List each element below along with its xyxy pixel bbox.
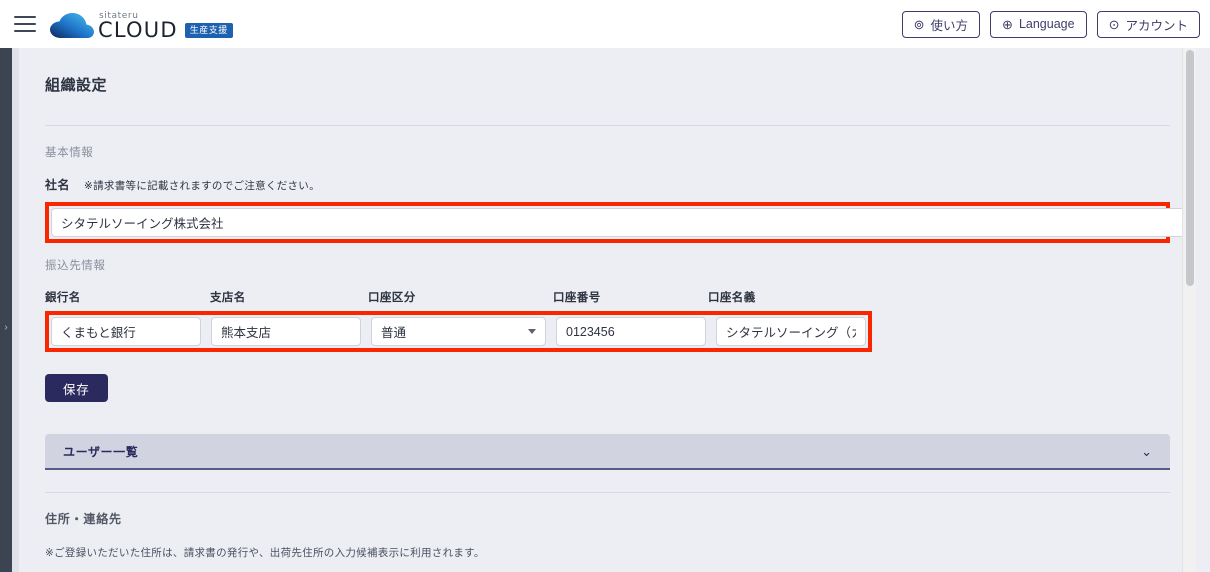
language-button[interactable]: ⊕ Language — [990, 10, 1087, 38]
collapsed-sidebar: › — [0, 48, 12, 572]
divider — [45, 125, 1170, 126]
help-button-label: 使い方 — [930, 18, 969, 33]
company-name-row — [45, 202, 1188, 243]
branch-name-input[interactable] — [211, 317, 361, 346]
basic-info-section-label: 基本情報 — [45, 147, 94, 159]
question-circle-icon: ⊚ — [913, 16, 925, 32]
page-title: 組織設定 — [45, 77, 108, 94]
app-logo[interactable]: sitateru CLOUD 生産支援 — [50, 7, 233, 41]
company-name-field-header: 社名 ※請求書等に記載されますのでご注意ください。 — [45, 176, 1170, 193]
cloud-icon — [50, 11, 94, 41]
branch-name-label: 支店名 — [210, 292, 246, 304]
sidebar-expand-toggle[interactable]: › — [0, 320, 12, 334]
logo-badge: 生産支援 — [184, 22, 233, 38]
bank-section-label: 振込先情報 — [45, 260, 106, 272]
chevron-down-icon: ⌄ — [1141, 443, 1152, 459]
hamburger-line — [14, 16, 36, 18]
app-shell: › 組織設定 基本情報 社名 ※請求書等に記載されますのでご注意ください。 振込… — [0, 48, 1210, 572]
hamburger-menu-icon[interactable] — [14, 16, 36, 32]
account-type-select[interactable]: 普通 — [371, 317, 546, 346]
top-header-bar: sitateru CLOUD 生産支援 ⊚ 使い方 ⊕ Language ⊙ ア… — [0, 0, 1210, 48]
users-list-accordion[interactable]: ユーザー一覧 ⌄ — [45, 434, 1170, 470]
users-list-accordion-title: ユーザー一覧 — [63, 444, 139, 459]
logo-brand-main: CLOUD — [98, 18, 178, 42]
account-number-label: 口座番号 — [553, 292, 601, 304]
account-button[interactable]: ⊙ アカウント — [1096, 10, 1200, 38]
settings-form: 組織設定 基本情報 社名 ※請求書等に記載されますのでご注意ください。 振込先情… — [19, 74, 1196, 572]
help-button[interactable]: ⊚ 使い方 — [901, 10, 981, 38]
company-name-input[interactable] — [51, 208, 1188, 237]
account-type-selected-value: 普通 — [381, 326, 407, 340]
bank-field-labels: 銀行名 支店名 口座区分 口座番号 口座名義 — [45, 289, 1170, 305]
vertical-scrollbar[interactable] — [1182, 48, 1196, 572]
account-type-label: 口座区分 — [368, 292, 416, 304]
account-number-input[interactable] — [556, 317, 706, 346]
account-circle-icon: ⊙ — [1108, 16, 1120, 32]
company-name-label: 社名 — [45, 178, 71, 192]
address-section-note: ※ご登録いただいた住所は、請求書の発行や、出荷先住所の入力候補表示に利用されます… — [45, 547, 485, 559]
logo-text: sitateru CLOUD 生産支援 — [98, 9, 233, 41]
bank-inputs: 普通 — [51, 317, 866, 346]
company-name-note: ※請求書等に記載されますのでご注意ください。 — [84, 180, 320, 192]
bank-fields-row: 普通 — [45, 311, 1170, 352]
save-button[interactable]: 保存 — [45, 374, 108, 402]
account-button-label: アカウント — [1125, 18, 1188, 33]
divider — [45, 492, 1170, 493]
bank-name-label: 銀行名 — [45, 292, 81, 304]
header-actions: ⊚ 使い方 ⊕ Language ⊙ アカウント — [901, 10, 1200, 38]
language-button-label: Language — [1018, 17, 1075, 31]
highlight-box-bank-info: 普通 — [45, 311, 872, 352]
globe-icon: ⊕ — [1002, 16, 1013, 32]
highlight-box-company-name — [45, 202, 1188, 243]
hamburger-line — [14, 23, 36, 25]
scrollbar-thumb[interactable] — [1186, 50, 1194, 286]
address-section-label: 住所・連絡先 — [45, 512, 122, 526]
bank-name-input[interactable] — [51, 317, 201, 346]
sidebar-gutter — [12, 48, 19, 572]
hamburger-line — [14, 30, 36, 32]
main-content-panel: 組織設定 基本情報 社名 ※請求書等に記載されますのでご注意ください。 振込先情… — [19, 48, 1196, 572]
account-holder-label: 口座名義 — [708, 292, 756, 304]
account-holder-input[interactable] — [716, 317, 866, 346]
chevron-down-icon — [528, 329, 536, 334]
